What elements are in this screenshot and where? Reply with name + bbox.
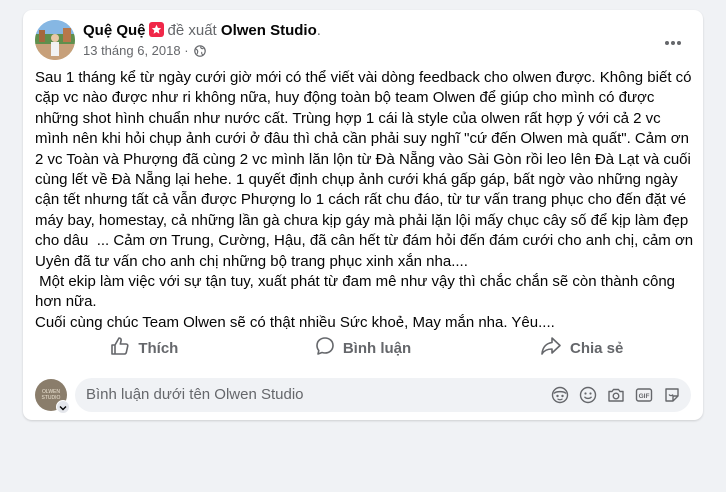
chevron-down-icon: [59, 398, 67, 416]
like-button[interactable]: Thích: [35, 332, 254, 364]
more-icon: [664, 33, 682, 51]
recommend-verb: đề xuất: [167, 22, 217, 39]
comment-input[interactable]: Bình luận dưới tên Olwen Studio GIF: [75, 378, 691, 412]
post-body: Sau 1 tháng kể từ ngày cưới giờ mới có t…: [35, 68, 695, 333]
like-label: Thích: [138, 339, 179, 357]
emoji-icon[interactable]: [578, 386, 597, 404]
header-text: Quệ Quệ đề xuất Olwen Studio. 13 tháng 6,…: [83, 21, 321, 62]
post-paragraph: Sau 1 tháng kể từ ngày cưới giờ mới có t…: [35, 69, 698, 270]
author-avatar[interactable]: [35, 20, 75, 60]
comment-label: Bình luận: [342, 339, 412, 357]
post-paragraph: Một ekip làm việc với sự tận tuy, xuất p…: [35, 273, 680, 311]
post-date[interactable]: 13 tháng 6, 2018: [83, 43, 181, 58]
author-name[interactable]: Quệ Quệ: [83, 22, 146, 39]
svg-text:GIF: GIF: [638, 393, 649, 400]
share-icon: [540, 336, 562, 360]
like-icon: [110, 336, 130, 360]
post-header: Quệ Quệ đề xuất Olwen Studio. 13 tháng 6,…: [35, 20, 691, 64]
share-label: Chia sẻ: [570, 339, 624, 357]
avatar-stickers-icon[interactable]: [550, 386, 569, 404]
post-actions: Thích Bình luận Chia sẻ: [35, 332, 691, 364]
post-paragraph: Cuối cùng chúc Team Olwen sẽ có thật nhi…: [35, 313, 555, 331]
globe-icon: [194, 44, 206, 62]
title-punct: .: [316, 22, 321, 39]
post-card: Quệ Quệ đề xuất Olwen Studio. 13 tháng 6,…: [23, 10, 703, 420]
avatar-text-line: STUDIO: [41, 395, 61, 401]
date-separator: ·: [184, 43, 189, 58]
identity-switch-button[interactable]: [56, 400, 70, 414]
recommend-badge-icon: [148, 22, 164, 37]
share-button[interactable]: Chia sẻ: [472, 332, 691, 364]
more-options-button[interactable]: [659, 28, 687, 56]
composer-icons: GIF: [550, 386, 681, 404]
gif-icon[interactable]: GIF: [634, 386, 653, 404]
sticker-icon[interactable]: [662, 386, 681, 404]
comment-button[interactable]: Bình luận: [254, 332, 473, 364]
comment-composer: OLWEN STUDIO Bình luận dưới tên Olwen St…: [35, 378, 691, 414]
comment-placeholder: Bình luận dưới tên Olwen Studio: [86, 386, 304, 403]
page-name-link[interactable]: Olwen Studio: [221, 22, 317, 39]
camera-icon[interactable]: [606, 386, 625, 404]
comment-icon: [315, 336, 335, 360]
